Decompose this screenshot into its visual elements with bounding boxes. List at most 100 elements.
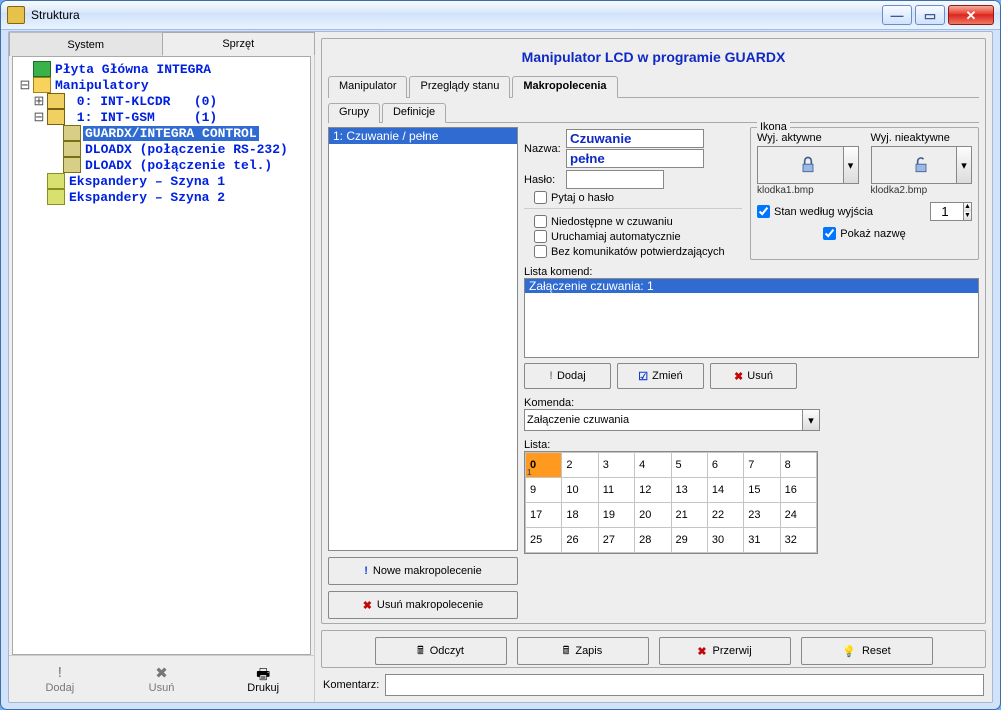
lista-grid[interactable]: 0123456789101112131415161718192021222324… <box>524 451 818 554</box>
tab-system[interactable]: System <box>9 32 163 56</box>
lista-cell[interactable]: 28 <box>635 528 671 553</box>
lista-cell[interactable]: 6 <box>707 453 743 478</box>
tree-dloadx-tel[interactable]: DLOADX (połączenie tel.) <box>19 157 304 173</box>
tab-manipulator[interactable]: Manipulator <box>328 76 407 98</box>
lista-cell[interactable]: 30 <box>707 528 743 553</box>
panel-title: Manipulator LCD w programie GUARDX <box>328 43 979 75</box>
lista-cell[interactable]: 31 <box>744 528 780 553</box>
print-button[interactable]: 🖶 Drukuj <box>214 658 312 700</box>
left-pane: System Sprzęt Płyta Główna INTEGRA ⊟ Man… <box>9 32 315 702</box>
tree-kp1[interactable]: ⊟ 1: INT-GSM (1) <box>19 109 304 125</box>
definition-list[interactable]: 1: Czuwanie / pełne <box>328 127 518 551</box>
lista-cell[interactable]: 01 <box>526 453 562 478</box>
exclaim-icon: ! <box>364 565 368 577</box>
tree-kp0[interactable]: ⊞ 0: INT-KLCDR (0) <box>19 93 304 109</box>
cb-state-output[interactable] <box>757 205 770 218</box>
chevron-down-icon[interactable]: ▾ <box>843 147 858 183</box>
lista-cell[interactable]: 32 <box>780 528 816 553</box>
tab-hardware[interactable]: Sprzęt <box>162 32 316 56</box>
new-macro-button[interactable]: ! Nowe makropolecenie <box>328 557 518 585</box>
tree-manipulators[interactable]: ⊟ Manipulatory <box>19 77 304 93</box>
lista-cell[interactable]: 26 <box>562 528 598 553</box>
abort-button[interactable]: ✖ Przerwij <box>659 637 791 665</box>
lista-cell[interactable]: 16 <box>780 478 816 503</box>
tree-root[interactable]: Płyta Główna INTEGRA <box>19 61 304 77</box>
comment-row: Komentarz: <box>321 674 986 698</box>
tree-exp1[interactable]: Ekspandery – Szyna 1 <box>19 173 304 189</box>
lista-cell[interactable]: 13 <box>671 478 707 503</box>
command-list-item[interactable]: Załączenie czuwania: 1 <box>525 279 978 293</box>
reset-button[interactable]: 💡 Reset <box>801 637 933 665</box>
cmd-add-button[interactable]: ! Dodaj <box>524 363 611 389</box>
action-bar: 🖩 Odczyt 🖩 Zapis ✖ Przerwij 💡 Reset <box>321 630 986 668</box>
chevron-down-icon[interactable]: ▾ <box>956 147 971 183</box>
icon-active-picker[interactable]: ▾ <box>757 146 859 184</box>
cb-unavailable[interactable] <box>534 215 547 228</box>
cmd-delete-button[interactable]: ✖ Usuń <box>710 363 797 389</box>
lista-cell[interactable]: 19 <box>598 503 634 528</box>
tab-status[interactable]: Przeglądy stanu <box>409 76 510 98</box>
password-input[interactable] <box>566 170 664 189</box>
subtab-defs[interactable]: Definicje <box>382 103 446 123</box>
command-list[interactable]: Załączenie czuwania: 1 <box>524 278 979 358</box>
subtab-groups[interactable]: Grupy <box>328 103 380 123</box>
lista-cell[interactable]: 12 <box>635 478 671 503</box>
name-input-1[interactable] <box>566 129 704 148</box>
lista-cell[interactable]: 4 <box>635 453 671 478</box>
lista-cell[interactable]: 17 <box>526 503 562 528</box>
cb-auto[interactable] <box>534 230 547 243</box>
definitions-area: 1: Czuwanie / pełne ! Nowe makropoleceni… <box>328 127 979 619</box>
command-block: Komenda: Załączenie czuwania ▾ <box>524 397 979 431</box>
delete-button: ✖ Usuń <box>113 658 211 700</box>
left-tabs: System Sprzęt <box>9 32 314 56</box>
tree-guardx[interactable]: GUARDX/INTEGRA CONTROL <box>19 125 304 141</box>
command-combo[interactable]: Załączenie czuwania ▾ <box>524 409 820 431</box>
cb-askpass[interactable] <box>534 191 547 204</box>
lista-cell[interactable]: 10 <box>562 478 598 503</box>
state-output-spinner[interactable]: ▲▼ <box>930 202 972 221</box>
lista-cell[interactable]: 15 <box>744 478 780 503</box>
x-icon: ✖ <box>155 664 168 682</box>
maximize-button[interactable]: ▭ <box>915 5 945 25</box>
titlebar[interactable]: Struktura ― ▭ ✕ <box>1 1 1000 30</box>
lista-cell[interactable]: 24 <box>780 503 816 528</box>
read-button[interactable]: 🖩 Odczyt <box>375 637 507 665</box>
comment-input[interactable] <box>385 674 984 696</box>
lightbulb-icon: 💡 <box>842 645 856 658</box>
left-button-bar: ! Dodaj ✖ Usuń 🖶 Drukuj <box>9 655 314 702</box>
write-button[interactable]: 🖩 Zapis <box>517 637 649 665</box>
cb-noconfirm[interactable] <box>534 245 547 258</box>
lista-cell[interactable]: 21 <box>671 503 707 528</box>
lista-cell[interactable]: 11 <box>598 478 634 503</box>
lista-cell[interactable]: 29 <box>671 528 707 553</box>
icon-inactive-picker[interactable]: ▾ <box>871 146 973 184</box>
hardware-tree[interactable]: Płyta Główna INTEGRA ⊟ Manipulatory ⊞ 0:… <box>12 56 311 655</box>
tab-macros[interactable]: Makropolecenia <box>512 76 617 98</box>
lista-cell[interactable]: 2 <box>562 453 598 478</box>
lista-cell[interactable]: 18 <box>562 503 598 528</box>
cb-show-name[interactable] <box>823 227 836 240</box>
tree-dloadx-rs[interactable]: DLOADX (połączenie RS-232) <box>19 141 304 157</box>
lista-cell[interactable]: 27 <box>598 528 634 553</box>
lista-cell[interactable]: 22 <box>707 503 743 528</box>
chevron-down-icon[interactable]: ▾ <box>802 410 819 430</box>
lista-cell[interactable]: 9 <box>526 478 562 503</box>
lista-cell[interactable]: 25 <box>526 528 562 553</box>
name-input-2[interactable] <box>566 149 704 168</box>
definition-item[interactable]: 1: Czuwanie / pełne <box>329 128 517 144</box>
definition-list-pane: 1: Czuwanie / pełne ! Nowe makropoleceni… <box>328 127 518 619</box>
cmd-edit-button[interactable]: ☑ Zmień <box>617 363 704 389</box>
close-button[interactable]: ✕ <box>948 5 994 25</box>
tree-exp2[interactable]: Ekspandery – Szyna 2 <box>19 189 304 205</box>
lista-cell[interactable]: 20 <box>635 503 671 528</box>
lista-cell[interactable]: 3 <box>598 453 634 478</box>
lista-cell[interactable]: 5 <box>671 453 707 478</box>
lista-cell[interactable]: 23 <box>744 503 780 528</box>
right-pane: Manipulator LCD w programie GUARDX Manip… <box>315 32 992 702</box>
delete-macro-button[interactable]: ✖ Usuń makropolecenie <box>328 591 518 619</box>
lista-cell[interactable]: 14 <box>707 478 743 503</box>
minimize-button[interactable]: ― <box>882 5 912 25</box>
lista-cell[interactable]: 8 <box>780 453 816 478</box>
command-label: Komenda: <box>524 397 979 409</box>
lista-cell[interactable]: 7 <box>744 453 780 478</box>
